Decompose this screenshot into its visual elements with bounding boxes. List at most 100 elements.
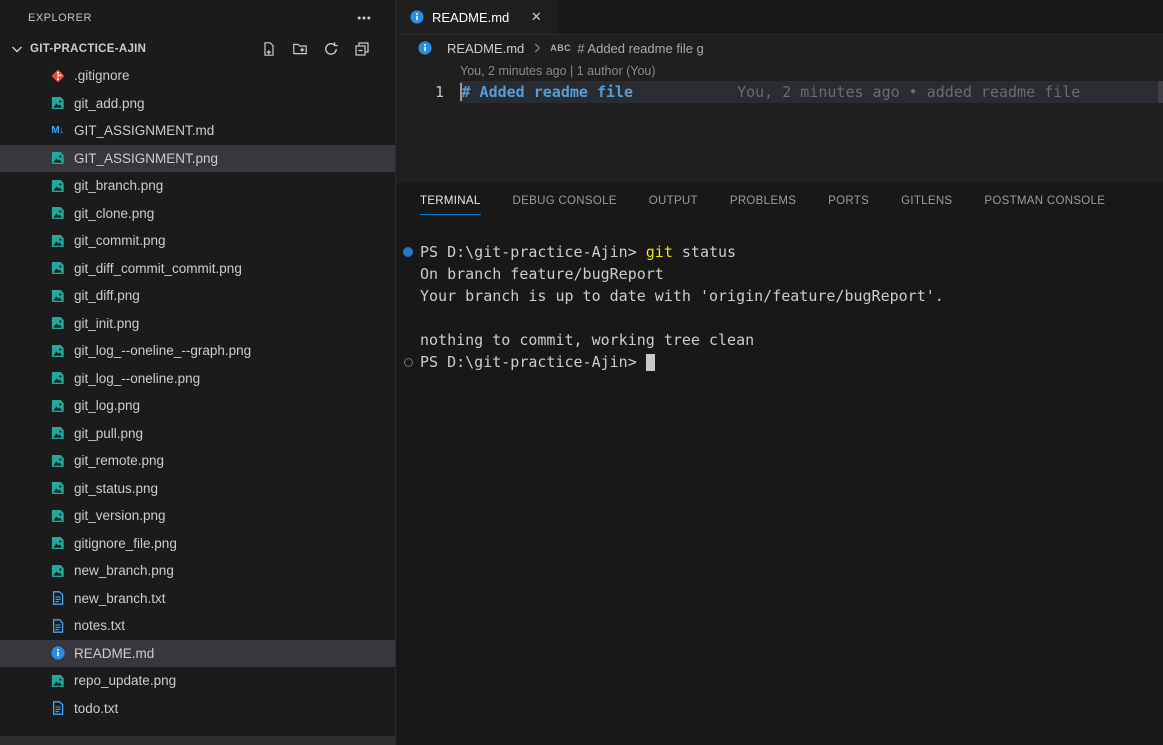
breadcrumb-file[interactable]: README.md (447, 41, 524, 56)
explorer-title: EXPLORER (28, 12, 92, 24)
file-item-git_clone.png[interactable]: git_clone.png (0, 200, 395, 228)
image-file-icon (49, 315, 66, 332)
info-file-icon (49, 645, 66, 662)
file-name: git_diff.png (74, 288, 140, 303)
more-actions-icon[interactable] (353, 7, 375, 29)
terminal-text: nothing to commit, working tree clean (420, 331, 754, 349)
file-item-git_pull.png[interactable]: git_pull.png (0, 420, 395, 448)
image-file-icon (49, 535, 66, 552)
file-item-git_diff.png[interactable]: git_diff.png (0, 282, 395, 310)
terminal-text: git (646, 243, 673, 261)
vscode-window: EXPLORER GIT-PRACTICE-AJIN (0, 0, 1163, 745)
file-item-git_init.png[interactable]: git_init.png (0, 310, 395, 338)
terminal-text: Your branch is up to date with 'origin/f… (420, 287, 944, 305)
file-item-GIT_ASSIGNMENT.md[interactable]: M↓GIT_ASSIGNMENT.md (0, 117, 395, 145)
file-item-repo_update.png[interactable]: repo_update.png (0, 667, 395, 695)
command-decoration-icon[interactable] (403, 247, 413, 257)
image-file-icon (49, 95, 66, 112)
file-item-git_log_--oneline.png[interactable]: git_log_--oneline.png (0, 365, 395, 393)
file-name: git_version.png (74, 508, 166, 523)
new-file-icon[interactable] (258, 38, 280, 60)
prompt-decoration-icon[interactable] (404, 358, 413, 367)
text-file-icon (49, 617, 66, 634)
image-file-icon (49, 342, 66, 359)
panel-tab-problems[interactable]: PROBLEMS (730, 183, 796, 218)
file-name: new_branch.txt (74, 591, 166, 606)
file-item-todo.txt[interactable]: todo.txt (0, 695, 395, 723)
file-item-git_status.png[interactable]: git_status.png (0, 475, 395, 503)
panel-tab-debug-console[interactable]: DEBUG CONSOLE (513, 183, 617, 218)
file-item-git_log.png[interactable]: git_log.png (0, 392, 395, 420)
terminal-line: PS D:\git-practice-Ajin> (396, 351, 1163, 373)
file-name: git_pull.png (74, 426, 143, 441)
terminal-text: On branch feature/bugReport (420, 265, 664, 283)
file-name: git_clone.png (74, 206, 154, 221)
tab-readme[interactable]: README.md ✕ (396, 0, 558, 34)
chevron-down-icon[interactable] (6, 38, 28, 60)
file-name: README.md (74, 646, 154, 661)
file-name: gitignore_file.png (74, 536, 177, 551)
terminal-text: PS D:\git-practice-Ajin> (420, 243, 646, 261)
panel-tab-terminal[interactable]: TERMINAL (420, 183, 481, 218)
file-item-git_branch.png[interactable]: git_branch.png (0, 172, 395, 200)
panel-tab-gitlens[interactable]: GITLENS (901, 183, 952, 218)
file-item-git_log_--oneline_--graph.png[interactable]: git_log_--oneline_--graph.png (0, 337, 395, 365)
terminal-line: PS D:\git-practice-Ajin> git status (396, 241, 1163, 263)
image-file-icon (49, 480, 66, 497)
file-item-git_add.png[interactable]: git_add.png (0, 90, 395, 118)
editor-content[interactable]: # Added readme file You, 2 minutes ago •… (460, 81, 1163, 103)
explorer-header: EXPLORER (0, 0, 395, 36)
code-line-1: 1 # Added readme file You, 2 minutes ago… (396, 81, 1163, 103)
panel-tab-postman-console[interactable]: POSTMAN CONSOLE (984, 183, 1105, 218)
editor-group: README.md ✕ README.md ABC # Added readme… (396, 0, 1163, 745)
file-item-git_commit.png[interactable]: git_commit.png (0, 227, 395, 255)
file-name: git_branch.png (74, 178, 163, 193)
file-item-notes.txt[interactable]: notes.txt (0, 612, 395, 640)
file-name: git_log.png (74, 398, 140, 413)
terminal[interactable]: PS D:\git-practice-Ajin> git status On br… (396, 218, 1163, 745)
image-file-icon (49, 397, 66, 414)
file-item-git_remote.png[interactable]: git_remote.png (0, 447, 395, 475)
close-icon[interactable]: ✕ (526, 7, 546, 27)
editor-pane[interactable]: README.md ABC # Added readme file g You,… (396, 35, 1163, 183)
file-item-.gitignore[interactable]: .gitignore (0, 62, 395, 90)
file-name: repo_update.png (74, 673, 176, 688)
git-file-icon (49, 67, 66, 84)
file-item-new_branch.png[interactable]: new_branch.png (0, 557, 395, 585)
file-item-README.md[interactable]: README.md (0, 640, 395, 668)
image-file-icon (49, 370, 66, 387)
image-file-icon (49, 177, 66, 194)
file-item-git_version.png[interactable]: git_version.png (0, 502, 395, 530)
gitlens-blame-header: You, 2 minutes ago | 1 author (You) (396, 61, 1163, 81)
info-file-icon (408, 9, 425, 26)
collapse-all-icon[interactable] (351, 38, 373, 60)
text-file-icon (49, 590, 66, 607)
symbol-string-icon: ABC (550, 43, 571, 53)
terminal-line: On branch feature/bugReport (396, 263, 1163, 285)
new-folder-icon[interactable] (289, 38, 311, 60)
code-text: # Added readme file (462, 81, 634, 103)
file-item-new_branch.txt[interactable]: new_branch.txt (0, 585, 395, 613)
file-name: git_init.png (74, 316, 139, 331)
file-name: git_diff_commit_commit.png (74, 261, 242, 276)
file-name: todo.txt (74, 701, 118, 716)
horizontal-scrollbar[interactable] (0, 736, 395, 745)
image-file-icon (49, 150, 66, 167)
refresh-icon[interactable] (320, 38, 342, 60)
folder-section-header[interactable]: GIT-PRACTICE-AJIN (0, 36, 395, 62)
chevron-right-icon (530, 41, 544, 55)
editor-empty-area[interactable] (396, 103, 1163, 183)
image-file-icon (49, 232, 66, 249)
blame-header-text: You, 2 minutes ago | 1 author (You) (460, 64, 656, 78)
panel-tab-output[interactable]: OUTPUT (649, 183, 698, 218)
file-name: git_remote.png (74, 453, 164, 468)
file-item-GIT_ASSIGNMENT.png[interactable]: GIT_ASSIGNMENT.png (0, 145, 395, 173)
info-file-icon (416, 40, 433, 57)
terminal-text: PS D:\git-practice-Ajin> (420, 353, 646, 371)
file-item-git_diff_commit_commit.png[interactable]: git_diff_commit_commit.png (0, 255, 395, 283)
file-name: GIT_ASSIGNMENT.png (74, 151, 218, 166)
breadcrumb-symbol[interactable]: # Added readme file g (577, 41, 703, 56)
file-item-gitignore_file.png[interactable]: gitignore_file.png (0, 530, 395, 558)
panel-tab-ports[interactable]: PORTS (828, 183, 869, 218)
terminal-text: status (673, 243, 736, 261)
